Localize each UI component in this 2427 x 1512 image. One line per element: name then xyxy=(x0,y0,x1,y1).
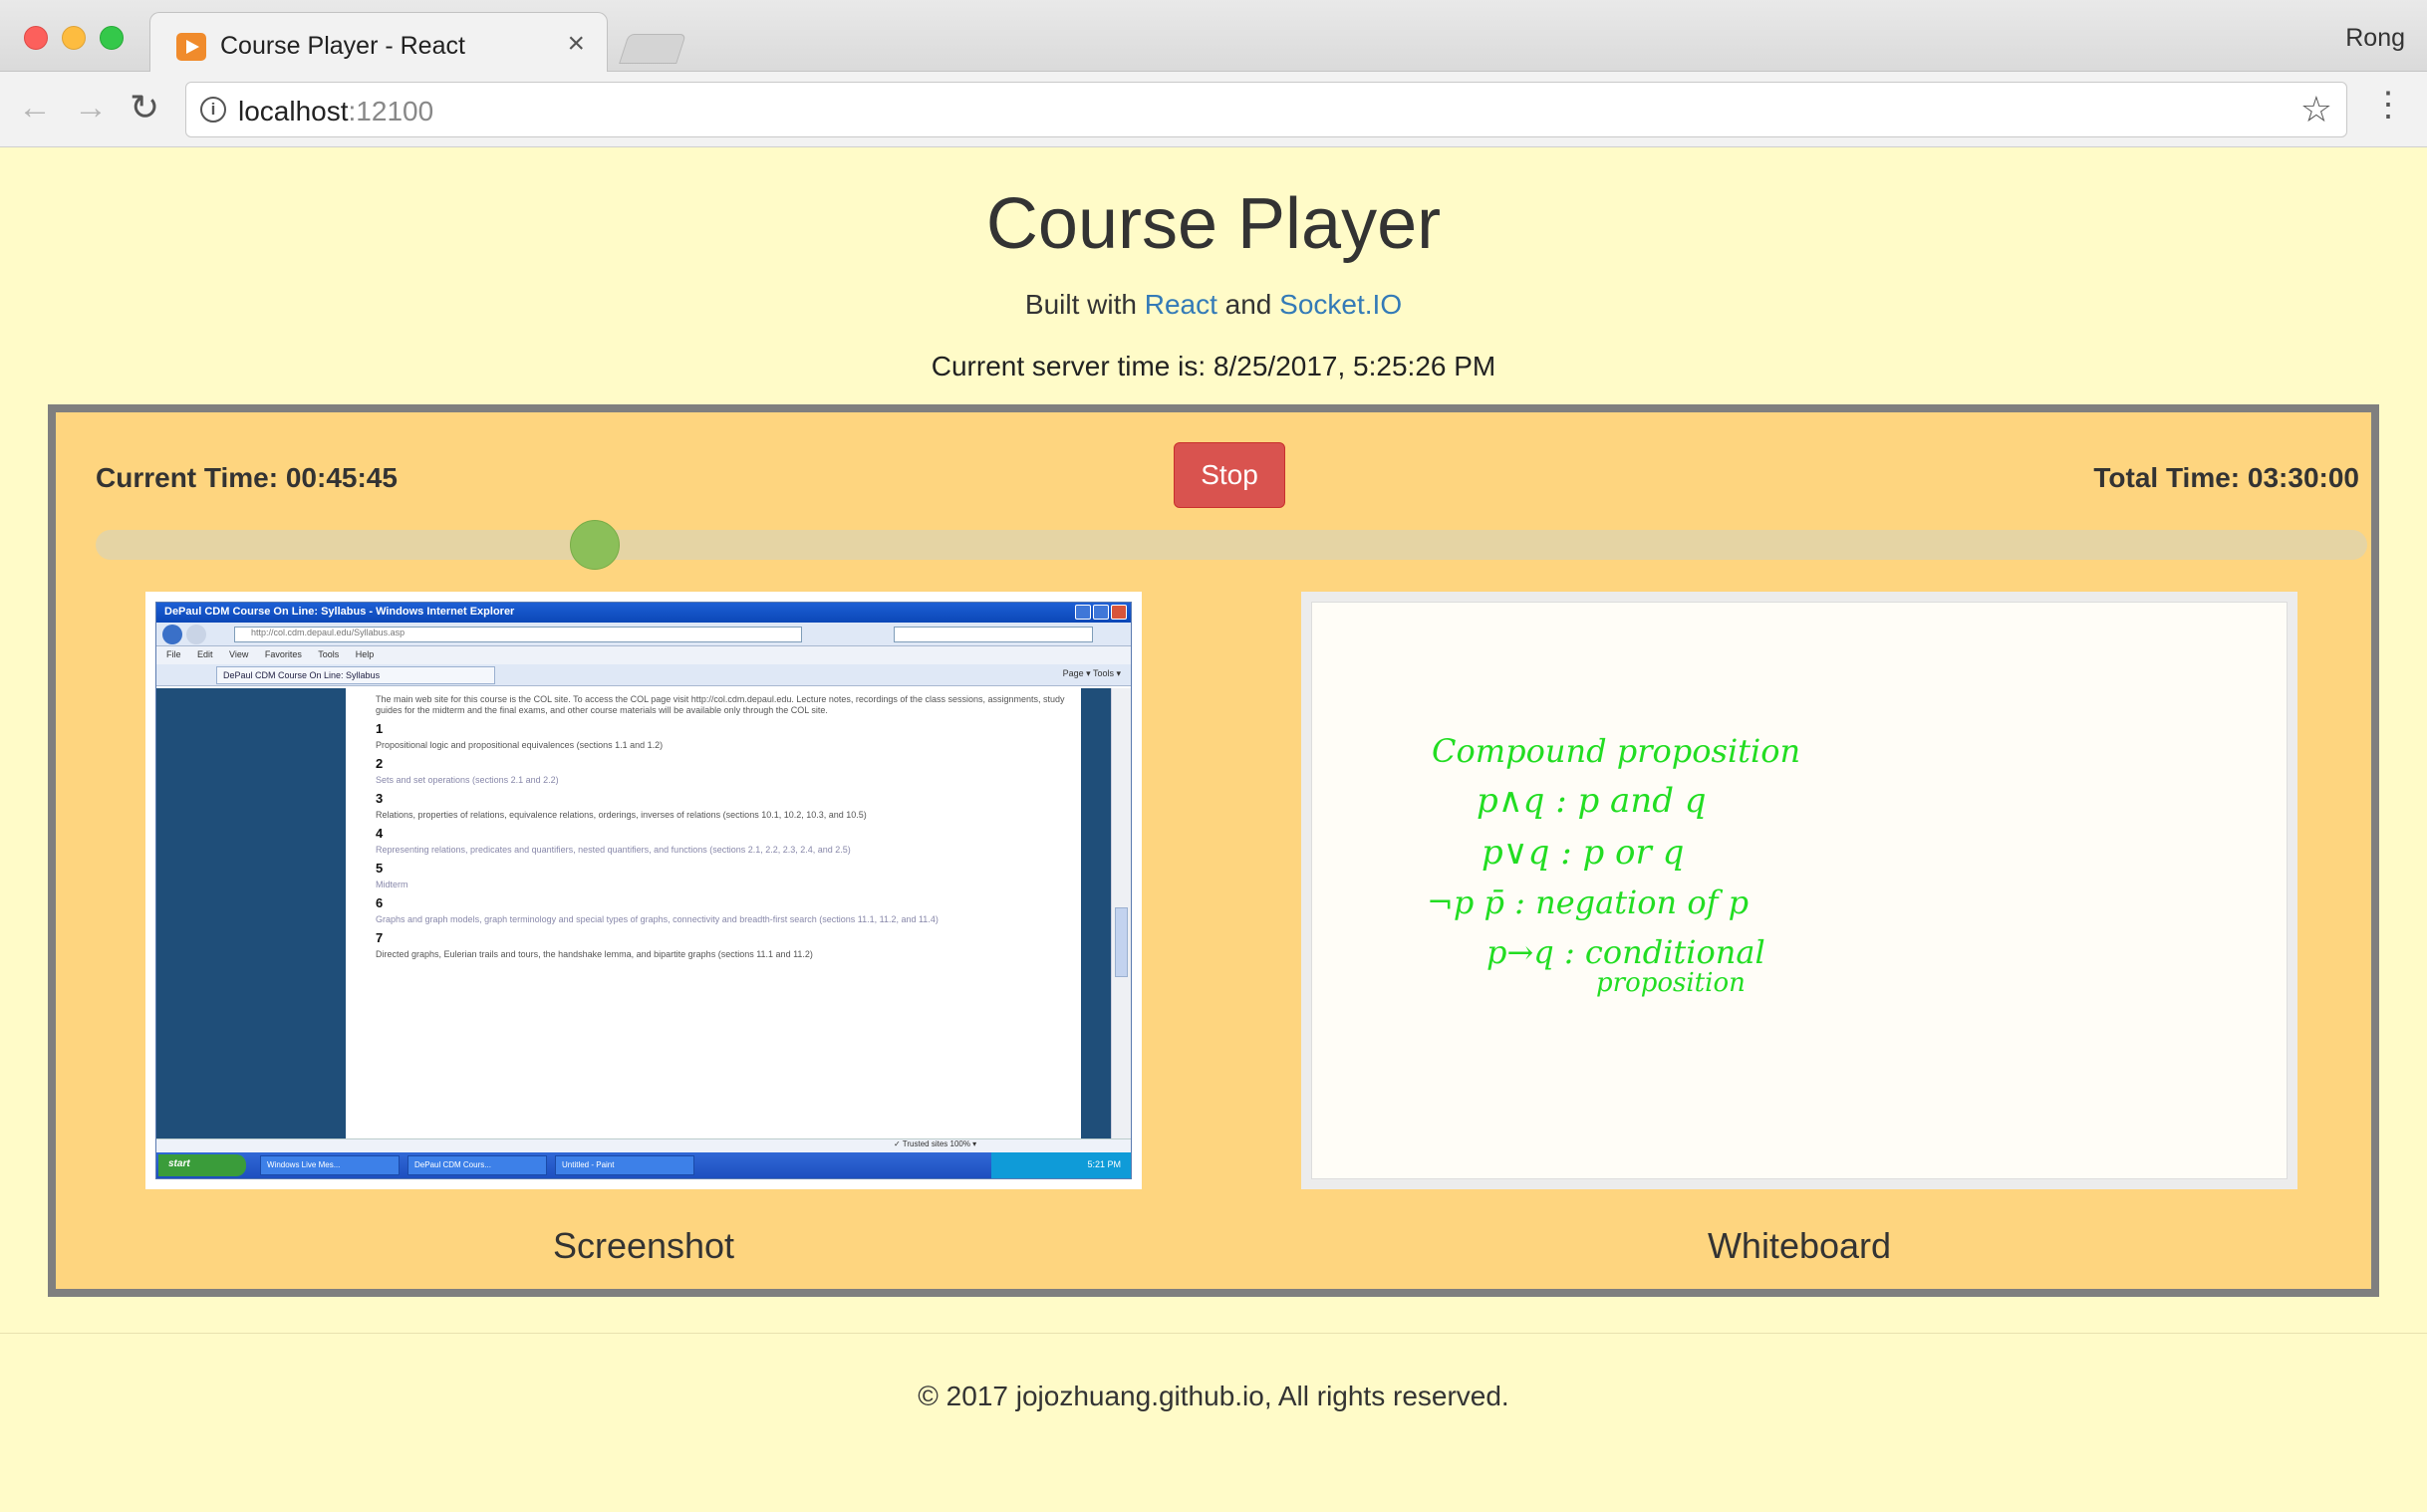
address-bar[interactable]: i localhost:12100 ☆ xyxy=(185,82,2347,137)
url-host: localhost xyxy=(238,96,349,126)
ie-search-box xyxy=(894,627,1093,642)
ie-right-margin xyxy=(1081,688,1111,1152)
syllabus-section-4: 4 Representing relations, predicates and … xyxy=(376,826,851,855)
whiteboard-label: Whiteboard xyxy=(1707,1225,1892,1266)
ie-forward-icon xyxy=(186,625,206,644)
whiteboard-note: Compound proposition xyxy=(1432,732,1800,770)
and-text: and xyxy=(1224,289,1272,320)
course-player: Current Time: 00:45:45 Stop Total Time: … xyxy=(48,404,2379,1297)
info-icon[interactable]: i xyxy=(200,97,226,123)
whiteboard-note: p∨q : p or q xyxy=(1482,833,1684,873)
reload-icon[interactable]: ↻ xyxy=(130,88,159,127)
slider-thumb[interactable] xyxy=(569,520,620,570)
windows-taskbar: start Windows Live Mes... DePaul CDM Cou… xyxy=(156,1152,1131,1178)
progress-slider[interactable] xyxy=(96,520,2367,570)
ie-back-icon xyxy=(162,625,182,644)
ie-title-text: DePaul CDM Course On Line: Syllabus - Wi… xyxy=(164,606,515,618)
whiteboard-note: ¬p p̄ : negation of p xyxy=(1427,883,1749,921)
ie-titlebar: DePaul CDM Course On Line: Syllabus - Wi… xyxy=(156,603,1131,623)
whiteboard-note: p∧q : p and q xyxy=(1477,781,1707,821)
current-time: Current Time: 00:45:45 xyxy=(96,462,398,493)
url-port: :12100 xyxy=(348,96,434,126)
syllabus-section-6: 6 Graphs and graph models, graph terminol… xyxy=(376,895,939,924)
syllabus-intro: The main web site for this course is the… xyxy=(376,694,1065,715)
close-window-button[interactable] xyxy=(24,26,48,50)
syllabus-section-3: 3 Relations, properties of relations, equ… xyxy=(376,791,867,820)
subtitle: Built with React and Socket.IO xyxy=(0,289,2427,321)
socketio-link[interactable]: Socket.IO xyxy=(1279,289,1402,320)
react-link[interactable]: React xyxy=(1145,289,1217,320)
bookmark-star-icon[interactable]: ☆ xyxy=(2300,89,2332,130)
screenshot-panel: DePaul CDM Course On Line: Syllabus - Wi… xyxy=(145,592,1142,1189)
start-button: start xyxy=(158,1154,246,1176)
browser-menu-icon[interactable]: ⋮ xyxy=(2371,88,2405,122)
whiteboard-canvas: Compound proposition p∧q : p and q p∨q :… xyxy=(1311,602,2288,1179)
ie-scrollbar xyxy=(1111,688,1131,1152)
stop-button[interactable]: Stop xyxy=(1174,442,1285,508)
ie-tab: DePaul CDM Course On Line: Syllabus xyxy=(216,666,495,684)
syllabus-section-2: 2 Sets and set operations (sections 2.1 a… xyxy=(376,756,559,785)
whiteboard-panel: Compound proposition p∧q : p and q p∨q :… xyxy=(1301,592,2297,1189)
browser-titlebar: Course Player - React × Rong xyxy=(0,0,2427,74)
page-title: Course Player xyxy=(985,184,1442,264)
ie-url: http://col.cdm.depaul.edu/Syllabus.asp xyxy=(234,627,802,642)
ie-menubar: File Edit View Favorites Tools Help xyxy=(156,646,1131,664)
server-time: Current server time is: 8/25/2017, 5:25:… xyxy=(931,351,1496,381)
back-arrow-icon[interactable]: ← xyxy=(18,88,52,127)
whiteboard-note: proposition xyxy=(1596,968,1746,998)
taskbar-item: Untitled - Paint xyxy=(555,1155,694,1175)
ie-sidebar xyxy=(156,688,346,1152)
taskbar-clock: 5:21 PM xyxy=(991,1152,1131,1178)
syllabus-section-5: 5 Midterm xyxy=(376,861,408,889)
total-time: Total Time: 03:30:00 xyxy=(2093,462,2359,493)
play-favicon-icon xyxy=(176,33,206,61)
taskbar-item: DePaul CDM Cours... xyxy=(407,1155,547,1175)
minimize-window-button[interactable] xyxy=(62,26,86,50)
ie-window-controls xyxy=(1073,605,1127,623)
ie-tools: Page ▾ Tools ▾ xyxy=(1062,668,1121,678)
ie-address-row: http://col.cdm.depaul.edu/Syllabus.asp xyxy=(156,623,1131,646)
syllabus-section-7: 7 Directed graphs, Eulerian trails and to… xyxy=(376,930,813,959)
url-text[interactable]: localhost:12100 xyxy=(238,96,433,127)
syllabus-section-1: 1 Propositional logic and propositional e… xyxy=(376,721,664,750)
tab-title: Course Player - React xyxy=(220,32,465,60)
ie-tabbar: DePaul CDM Course On Line: Syllabus Page… xyxy=(156,664,1131,686)
browser-toolbar: ← → ↻ i localhost:12100 ☆ ⋮ xyxy=(0,72,2427,147)
ie-content: The main web site for this course is the… xyxy=(376,694,1071,1152)
taskbar-item: Windows Live Mes... xyxy=(260,1155,400,1175)
built-with-text: Built with xyxy=(1024,289,1137,320)
maximize-window-button[interactable] xyxy=(100,26,124,50)
footer-copyright: © 2017 jojozhuang.github.io, All rights … xyxy=(918,1381,1509,1411)
screenshot-label: Screenshot xyxy=(552,1225,735,1266)
tab-close-icon[interactable]: × xyxy=(567,27,585,61)
whiteboard-note: p→q : conditional xyxy=(1486,933,1765,971)
ie-statusbar: ✓ Trusted sites 100% ▾ xyxy=(156,1138,1131,1152)
footer-divider xyxy=(0,1333,2427,1334)
browser-tab[interactable]: Course Player - React × xyxy=(149,12,608,74)
forward-arrow-icon[interactable]: → xyxy=(74,88,108,127)
ie-page: The main web site for this course is the… xyxy=(156,688,1131,1152)
profile-name[interactable]: Rong xyxy=(2345,24,2405,53)
whiteboard-drawing: Compound proposition p∧q : p and q p∨q :… xyxy=(1427,732,1800,998)
screenshot-image: DePaul CDM Course On Line: Syllabus - Wi… xyxy=(155,602,1132,1179)
new-tab-button[interactable] xyxy=(619,34,686,64)
